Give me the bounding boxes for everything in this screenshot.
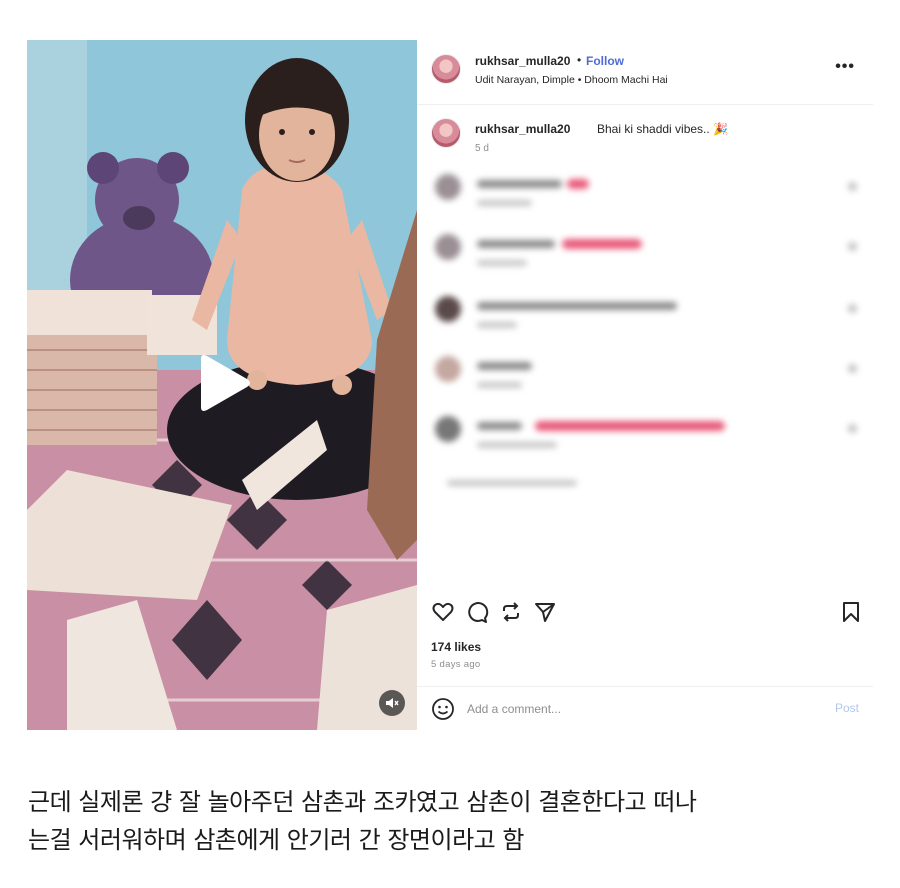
caption-username[interactable]: rukhsar_mulla20 bbox=[475, 122, 570, 136]
play-button[interactable] bbox=[193, 353, 251, 413]
more-options-icon[interactable]: ••• bbox=[835, 58, 855, 76]
avatar bbox=[435, 416, 461, 442]
divider bbox=[417, 686, 873, 687]
list-item bbox=[417, 290, 873, 340]
list-item bbox=[417, 350, 873, 400]
comments-list-blurred bbox=[417, 168, 873, 498]
caption: rukhsar_mulla20 Bhai ki shaddi vibes.. 🎉… bbox=[417, 114, 873, 164]
comment-input[interactable] bbox=[467, 699, 807, 719]
heart-icon[interactable] bbox=[848, 242, 857, 251]
video-player[interactable] bbox=[27, 40, 417, 730]
comment-button[interactable] bbox=[465, 600, 491, 626]
avatar bbox=[435, 356, 461, 382]
caption-line: 는걸 서러워하며 삼촌에게 안기러 간 장면이라고 함 bbox=[28, 826, 524, 854]
action-bar bbox=[417, 600, 873, 630]
post-sidebar: rukhsar_mulla20 • Follow Udit Narayan, D… bbox=[417, 40, 873, 730]
heart-icon[interactable] bbox=[848, 304, 857, 313]
emoji-button[interactable] bbox=[431, 697, 455, 721]
comment-composer: Post bbox=[417, 688, 873, 730]
save-button[interactable] bbox=[839, 600, 865, 626]
audio-track-link[interactable]: Udit Narayan, Dimple • Dhoom Machi Hai bbox=[475, 74, 668, 86]
avatar bbox=[435, 174, 461, 200]
like-count[interactable]: 174 likes bbox=[431, 640, 481, 654]
heart-icon bbox=[432, 602, 454, 621]
heart-icon[interactable] bbox=[848, 182, 857, 191]
post-comment-button[interactable]: Post bbox=[835, 701, 859, 715]
view-replies[interactable] bbox=[417, 468, 873, 518]
caption-timestamp: 5 d bbox=[475, 143, 489, 154]
separator-dot: • bbox=[577, 53, 582, 67]
speaker-muted-icon bbox=[386, 698, 399, 708]
avatar[interactable] bbox=[431, 54, 461, 84]
like-button[interactable] bbox=[431, 600, 457, 626]
play-icon bbox=[201, 355, 250, 411]
list-item bbox=[417, 228, 873, 278]
repost-icon bbox=[503, 602, 519, 622]
avatar[interactable] bbox=[431, 118, 461, 148]
username-link[interactable]: rukhsar_mulla20 bbox=[475, 54, 570, 68]
comment-icon bbox=[468, 602, 489, 623]
avatar bbox=[435, 296, 461, 322]
follow-button[interactable]: Follow bbox=[586, 54, 624, 68]
caption-text-below: 근데 실제론 걍 잘 놀아주던 삼촌과 조카였고 삼촌이 결혼한다고 떠나 는걸… bbox=[28, 783, 878, 859]
share-button[interactable] bbox=[533, 600, 559, 626]
list-item bbox=[417, 168, 873, 218]
divider bbox=[417, 104, 873, 105]
caption-text: Bhai ki shaddi vibes.. 🎉 bbox=[597, 122, 729, 136]
instagram-post: rukhsar_mulla20 • Follow Udit Narayan, D… bbox=[27, 40, 873, 730]
mute-button[interactable] bbox=[379, 690, 405, 716]
caption-line: 근데 실제론 걍 잘 놀아주던 삼촌과 조카였고 삼촌이 결혼한다고 떠나 bbox=[28, 788, 697, 816]
repost-button[interactable] bbox=[499, 600, 525, 626]
post-header: rukhsar_mulla20 • Follow Udit Narayan, D… bbox=[417, 40, 873, 104]
bookmark-icon bbox=[843, 602, 859, 622]
share-icon bbox=[535, 603, 555, 622]
heart-icon[interactable] bbox=[848, 364, 857, 373]
heart-icon[interactable] bbox=[848, 424, 857, 433]
list-item bbox=[417, 410, 873, 460]
avatar bbox=[435, 234, 461, 260]
emoji-icon bbox=[432, 698, 454, 720]
post-timestamp: 5 days ago bbox=[431, 659, 481, 670]
